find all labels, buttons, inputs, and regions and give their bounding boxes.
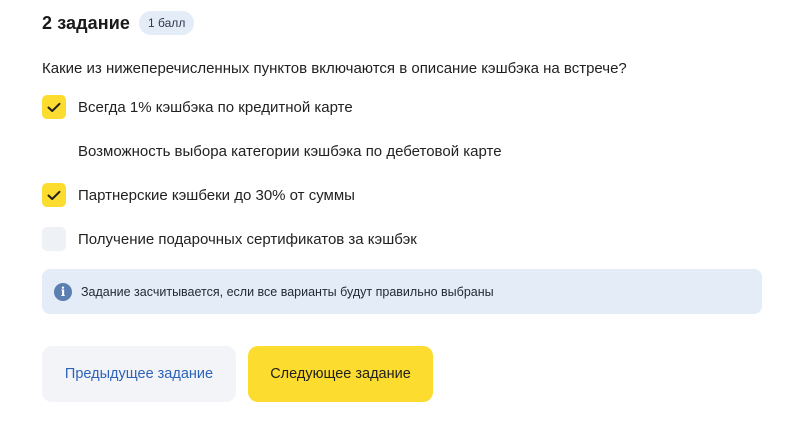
- checkbox-checked-icon[interactable]: [42, 95, 66, 119]
- checkbox-checked-icon[interactable]: [42, 183, 66, 207]
- option-4[interactable]: Получение подарочных сертификатов за кэш…: [42, 227, 762, 251]
- option-1[interactable]: Всегда 1% кэшбэка по кредитной карте: [42, 95, 762, 119]
- option-2[interactable]: Возможность выбора категории кэшбэка по …: [42, 139, 762, 163]
- next-task-button[interactable]: Следующее задание: [248, 346, 433, 402]
- info-text: Задание засчитывается, если все варианты…: [81, 284, 494, 299]
- options-list: Всегда 1% кэшбэка по кредитной карте Воз…: [42, 95, 762, 271]
- task-title: 2 задание: [42, 12, 131, 33]
- points-badge: 1 балл: [139, 11, 195, 35]
- option-label: Всегда 1% кэшбэка по кредитной карте: [78, 98, 353, 116]
- info-icon: i: [54, 282, 72, 301]
- option-label: Партнерские кэшбеки до 30% от суммы: [78, 186, 355, 204]
- previous-task-button[interactable]: Предыдущее задание: [42, 346, 236, 402]
- question-text: Какие из нижеперечисленных пунктов включ…: [42, 60, 627, 77]
- task-header: 2 задание 1 балл: [42, 11, 195, 35]
- checkbox-empty-icon[interactable]: [42, 139, 66, 163]
- checkbox-empty-icon[interactable]: [42, 227, 66, 251]
- option-label: Возможность выбора категории кэшбэка по …: [78, 142, 502, 160]
- option-3[interactable]: Партнерские кэшбеки до 30% от суммы: [42, 183, 762, 207]
- option-label: Получение подарочных сертификатов за кэш…: [78, 230, 417, 248]
- info-notice: i Задание засчитывается, если все вариан…: [42, 269, 762, 314]
